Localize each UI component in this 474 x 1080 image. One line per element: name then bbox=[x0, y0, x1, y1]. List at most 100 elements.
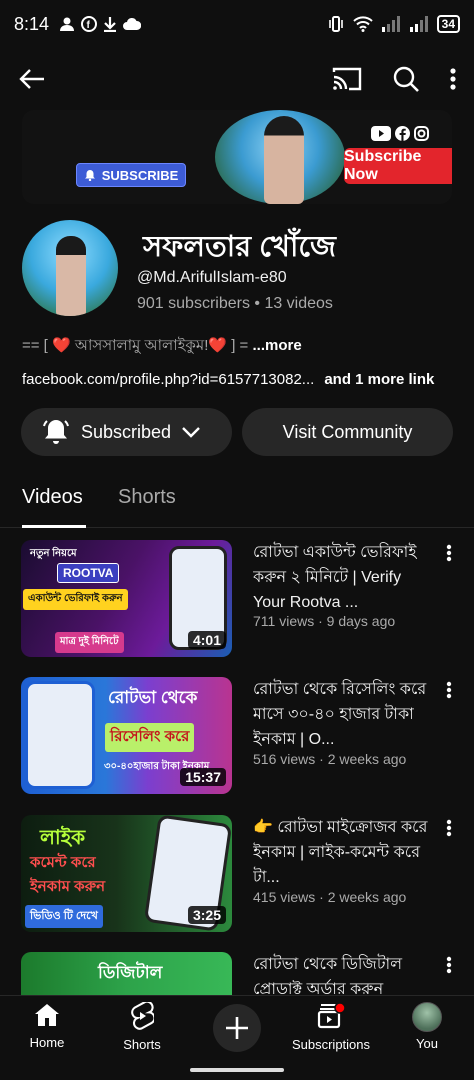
video-item[interactable]: নতুন নিয়মে ROOTVA একাউন্ট ভেরিফাই করুন … bbox=[0, 540, 474, 660]
video-title[interactable]: রোটভা থেকে রিসেলিং করে মাসে ৩০-৪০ হাজার … bbox=[253, 677, 435, 752]
video-thumbnail[interactable]: রোটভা থেকে রিসেলিং করে ৩০-৪০হাজার টাকা ই… bbox=[21, 677, 232, 794]
description-more-link[interactable]: ...more bbox=[252, 337, 301, 354]
plus-icon bbox=[226, 1017, 248, 1039]
banner-subscribe-graphic: SUBSCRIBE bbox=[76, 163, 186, 187]
app-bar bbox=[0, 52, 474, 106]
youtube-logo-icon bbox=[371, 126, 391, 141]
wifi-icon bbox=[352, 16, 373, 32]
user-avatar bbox=[412, 1002, 442, 1032]
signal-icon-1 bbox=[381, 16, 400, 32]
facebook-logo-icon bbox=[395, 126, 410, 141]
thumbnail-text: ইনকাম করুন bbox=[30, 878, 106, 895]
banner-social-icons bbox=[371, 126, 429, 141]
nav-home-label: Home bbox=[29, 1035, 65, 1050]
nav-shorts-label: Shorts bbox=[123, 1037, 161, 1052]
vibrate-icon bbox=[328, 16, 343, 32]
video-menu-button[interactable] bbox=[446, 544, 452, 567]
thumbnail-phone-graphic bbox=[25, 681, 95, 789]
cast-button[interactable] bbox=[332, 66, 362, 92]
battery-indicator: 34 bbox=[436, 15, 460, 33]
back-button[interactable] bbox=[18, 67, 46, 91]
search-button[interactable] bbox=[392, 65, 420, 93]
video-item[interactable]: ডিজিটাল রোটভা থেকে ডিজিটাল প্রোডাক্ট অর্… bbox=[0, 952, 474, 995]
nav-you-label: You bbox=[416, 1036, 438, 1051]
chevron-down-icon bbox=[182, 427, 200, 438]
home-icon bbox=[35, 1004, 59, 1026]
download-notification-icon bbox=[104, 17, 117, 32]
video-menu-button[interactable] bbox=[446, 819, 452, 842]
overflow-menu-button[interactable] bbox=[450, 67, 456, 91]
status-bar: 8:14 f 34 bbox=[0, 0, 474, 48]
banner-subscribe-label: SUBSCRIBE bbox=[101, 167, 179, 183]
video-meta: 415 views · 2 weeks ago bbox=[253, 889, 407, 905]
tab-shorts[interactable]: Shorts bbox=[118, 486, 176, 509]
video-title[interactable]: রোটভা একাউন্ট ভেরিফাই করুন ২ মিনিটে | Ve… bbox=[253, 540, 435, 615]
channel-banner[interactable]: SUBSCRIBE Subscribe Now bbox=[22, 110, 452, 204]
back-arrow-icon bbox=[19, 69, 44, 89]
status-time: 8:14 bbox=[14, 13, 50, 34]
cloud-notification-icon bbox=[123, 17, 142, 30]
svg-text:f: f bbox=[87, 20, 91, 31]
active-tab-indicator bbox=[22, 525, 86, 528]
thumbnail-text: ডিজিটাল bbox=[98, 963, 163, 982]
video-meta: 516 views · 2 weeks ago bbox=[253, 751, 407, 767]
video-menu-button[interactable] bbox=[446, 956, 452, 979]
channel-stats: 901 subscribers • 13 videos bbox=[137, 295, 333, 312]
thumbnail-text: নতুন নিয়মে bbox=[30, 548, 77, 559]
instagram-logo-icon bbox=[414, 126, 429, 141]
create-button[interactable] bbox=[213, 1004, 261, 1052]
video-menu-button[interactable] bbox=[446, 681, 452, 704]
more-vert-icon bbox=[446, 544, 452, 562]
channel-link-primary[interactable]: facebook.com/profile.php?id=6157713082..… bbox=[22, 371, 314, 388]
video-thumbnail[interactable]: লাইক কমেন্ট করে ইনকাম করুন ভিডিও টি দেখে… bbox=[21, 815, 232, 932]
channel-tabs: Videos Shorts bbox=[0, 470, 474, 528]
channel-links[interactable]: facebook.com/profile.php?id=6157713082..… bbox=[22, 371, 434, 388]
banner-subscribe-now-graphic: Subscribe Now bbox=[344, 148, 452, 184]
cast-icon bbox=[332, 67, 362, 91]
signal-icon-2 bbox=[409, 16, 428, 32]
shorts-icon bbox=[131, 1000, 156, 1030]
video-title[interactable]: রোটভা থেকে ডিজিটাল প্রোডাক্ট অর্ডার করুন bbox=[253, 952, 435, 995]
banner-person-image bbox=[264, 116, 304, 204]
thumbnail-text: রোটভা থেকে bbox=[108, 688, 198, 707]
video-thumbnail[interactable]: ডিজিটাল bbox=[21, 952, 232, 995]
search-icon bbox=[393, 66, 419, 92]
bell-icon bbox=[84, 170, 95, 181]
thumbnail-text: রিসেলিং করে bbox=[105, 723, 195, 752]
more-vert-icon bbox=[450, 68, 456, 90]
video-thumbnail[interactable]: নতুন নিয়মে ROOTVA একাউন্ট ভেরিফাই করুন … bbox=[21, 540, 232, 657]
description-text: == [ ❤️ আসসালামু আলাইকুম!❤️ ] = bbox=[22, 337, 253, 354]
bottom-navigation: Home Shorts Subscriptions You bbox=[0, 995, 474, 1059]
gesture-navigation-bar[interactable] bbox=[190, 1068, 284, 1072]
bell-icon bbox=[43, 420, 69, 444]
facebook-notification-icon: f bbox=[81, 16, 98, 32]
nav-home[interactable]: Home bbox=[2, 1002, 92, 1050]
nav-subscriptions[interactable]: Subscriptions bbox=[286, 1002, 376, 1052]
subscribed-label: Subscribed bbox=[81, 421, 172, 442]
video-item[interactable]: লাইক কমেন্ট করে ইনকাম করুন ভিডিও টি দেখে… bbox=[0, 815, 474, 935]
more-links-button[interactable]: and 1 more link bbox=[324, 371, 434, 388]
channel-handle: @Md.ArifulIslam-e80 bbox=[137, 269, 287, 286]
more-vert-icon bbox=[446, 819, 452, 837]
video-duration: 3:25 bbox=[187, 906, 226, 924]
nav-shorts[interactable]: Shorts bbox=[97, 1000, 187, 1052]
person-notification-icon bbox=[60, 17, 75, 31]
video-duration: 15:37 bbox=[180, 768, 226, 786]
more-vert-icon bbox=[446, 681, 452, 699]
nav-you[interactable]: You bbox=[382, 1002, 472, 1051]
nav-subscriptions-label: Subscriptions bbox=[291, 1037, 371, 1052]
video-item[interactable]: রোটভা থেকে রিসেলিং করে ৩০-৪০হাজার টাকা ই… bbox=[0, 677, 474, 797]
channel-description[interactable]: == [ ❤️ আসসালামু আলাইকুম!❤️ ] = ...more bbox=[22, 334, 302, 359]
video-meta: 711 views · 9 days ago bbox=[253, 613, 396, 629]
channel-name: সফলতার খোঁজে bbox=[143, 231, 336, 263]
channel-avatar[interactable] bbox=[22, 220, 118, 316]
subscriptions-icon bbox=[317, 1002, 346, 1029]
visit-community-button[interactable]: Visit Community bbox=[242, 408, 453, 456]
subscribed-button[interactable]: Subscribed bbox=[21, 408, 232, 456]
tab-videos[interactable]: Videos bbox=[22, 486, 83, 509]
video-duration: 4:01 bbox=[187, 631, 226, 649]
video-title[interactable]: 👉 রোটভা মাইক্রোজব করে ইনকাম | লাইক-কমেন্… bbox=[253, 815, 435, 890]
more-vert-icon bbox=[446, 956, 452, 974]
thumbnail-text: একাউন্ট ভেরিফাই করুন bbox=[23, 589, 128, 610]
thumbnail-text: ROOTVA bbox=[57, 563, 120, 583]
